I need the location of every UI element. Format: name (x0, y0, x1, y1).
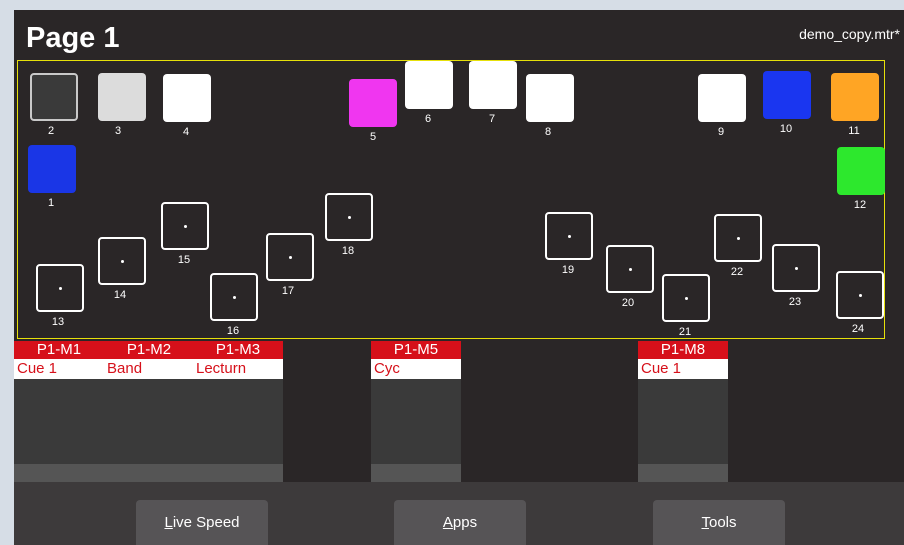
fixture-number: 16 (226, 325, 240, 337)
fixture-center-dot (567, 234, 571, 238)
fader-handle[interactable] (371, 464, 461, 482)
fixture-number: 7 (488, 113, 496, 125)
fixture-center-dot (628, 267, 632, 271)
fader-track[interactable] (371, 379, 461, 464)
fixture-9[interactable] (698, 74, 746, 122)
fixture-number: 17 (281, 285, 295, 297)
fixture-20[interactable] (606, 245, 654, 293)
fixture-number: 12 (853, 199, 867, 211)
fixture-number: 18 (341, 245, 355, 257)
fixture-5[interactable] (349, 79, 397, 127)
apps-mnemonic: A (442, 514, 453, 531)
fader-name: P1-M3 (193, 341, 283, 359)
fader-cue: Cue 1 (14, 359, 104, 379)
fixture-center-dot (736, 236, 740, 240)
fixture-6[interactable] (405, 61, 453, 109)
bottom-toolbar: Live Speed Apps Tools (14, 482, 904, 545)
apps-label: pps (452, 514, 478, 531)
fixture-number: 9 (717, 126, 725, 138)
apps-button[interactable]: Apps (394, 500, 526, 545)
fixture-number: 1 (47, 197, 55, 209)
fixture-8[interactable] (526, 74, 574, 122)
fader-name: P1-M5 (371, 341, 461, 359)
fixture-19[interactable] (545, 212, 593, 260)
fader-name: P1-M2 (104, 341, 194, 359)
tools-button[interactable]: Tools (653, 500, 785, 545)
stage-plot: 2 3 4 5 6 7 8 9 10 11 1 12 13 14 15 16 17 18 19 20 21 22 23 24 (17, 60, 885, 339)
fixture-center-dot (120, 259, 124, 263)
fixture-number: 15 (177, 254, 191, 266)
fader-p1-m5[interactable]: P1-M5 Cyc (371, 341, 461, 482)
fader-handle[interactable] (638, 464, 728, 482)
fixture-13[interactable] (36, 264, 84, 312)
fader-cue: Cyc (371, 359, 461, 379)
fixture-number: 8 (544, 126, 552, 138)
fixture-number: 20 (621, 297, 635, 309)
fixture-number: 14 (113, 289, 127, 301)
live-speed-button[interactable]: Live Speed (136, 500, 268, 545)
live-speed-mnemonic: L (164, 514, 173, 531)
fixture-4[interactable] (163, 74, 211, 122)
fixture-center-dot (58, 286, 62, 290)
fixture-number: 23 (788, 296, 802, 308)
fixture-1[interactable] (28, 145, 76, 193)
fader-p1-m1[interactable]: P1-M1 Cue 1 (14, 341, 104, 482)
fixture-number: 13 (51, 316, 65, 328)
fixture-center-dot (183, 224, 187, 228)
fixture-number: 22 (730, 266, 744, 278)
fader-cue: Band (104, 359, 194, 379)
fader-name: P1-M8 (638, 341, 728, 359)
fader-p1-m8[interactable]: P1-M8 Cue 1 (638, 341, 728, 482)
fixture-16[interactable] (210, 273, 258, 321)
fixture-center-dot (347, 215, 351, 219)
fixture-number: 4 (182, 126, 190, 138)
fixture-3[interactable] (98, 73, 146, 121)
fader-track[interactable] (14, 379, 104, 464)
fixture-22[interactable] (714, 214, 762, 262)
page-title: Page 1 (26, 22, 120, 54)
fixture-10[interactable] (763, 71, 811, 119)
fader-cue: Cue 1 (638, 359, 728, 379)
fixture-number: 11 (848, 125, 860, 137)
fader-handle[interactable] (193, 464, 283, 482)
fixture-number: 10 (779, 123, 793, 135)
app-window: Page 1 demo_copy.mtr* 2 3 4 5 6 7 8 9 10 11 1 12 13 1… (14, 10, 904, 545)
fixture-center-dot (858, 293, 862, 297)
fixture-2[interactable] (30, 73, 78, 121)
fader-p1-m2[interactable]: P1-M2 Band (104, 341, 194, 482)
fixture-15[interactable] (161, 202, 209, 250)
fixture-number: 3 (114, 125, 122, 137)
fixture-11[interactable] (831, 73, 879, 121)
fixture-14[interactable] (98, 237, 146, 285)
fader-track[interactable] (638, 379, 728, 464)
fader-handle[interactable] (14, 464, 104, 482)
fixture-17[interactable] (266, 233, 314, 281)
fixture-23[interactable] (772, 244, 820, 292)
tools-label: ools (708, 514, 737, 531)
fixture-7[interactable] (469, 61, 517, 109)
fixture-number: 6 (424, 113, 432, 125)
fader-track[interactable] (104, 379, 194, 464)
fixture-number: 5 (369, 131, 377, 143)
fixture-number: 21 (678, 326, 692, 338)
fader-name: P1-M1 (14, 341, 104, 359)
fixture-18[interactable] (325, 193, 373, 241)
fixture-number: 19 (561, 264, 575, 276)
fixture-center-dot (794, 266, 798, 270)
fixture-12[interactable] (837, 147, 885, 195)
fader-cue: Lecturn (193, 359, 283, 379)
tools-mnemonic: T (701, 514, 709, 531)
fader-p1-m3[interactable]: P1-M3 Lecturn (193, 341, 283, 482)
fixture-number: 2 (47, 125, 55, 137)
live-speed-label: ive Speed (172, 514, 240, 531)
fader-handle[interactable] (104, 464, 194, 482)
fixture-center-dot (288, 255, 292, 259)
fixture-24[interactable] (836, 271, 884, 319)
fixture-21[interactable] (662, 274, 710, 322)
fixture-number: 24 (851, 323, 865, 335)
file-name: demo_copy.mtr* (799, 26, 900, 42)
fader-track[interactable] (193, 379, 283, 464)
fixture-center-dot (684, 296, 688, 300)
fixture-center-dot (232, 295, 236, 299)
